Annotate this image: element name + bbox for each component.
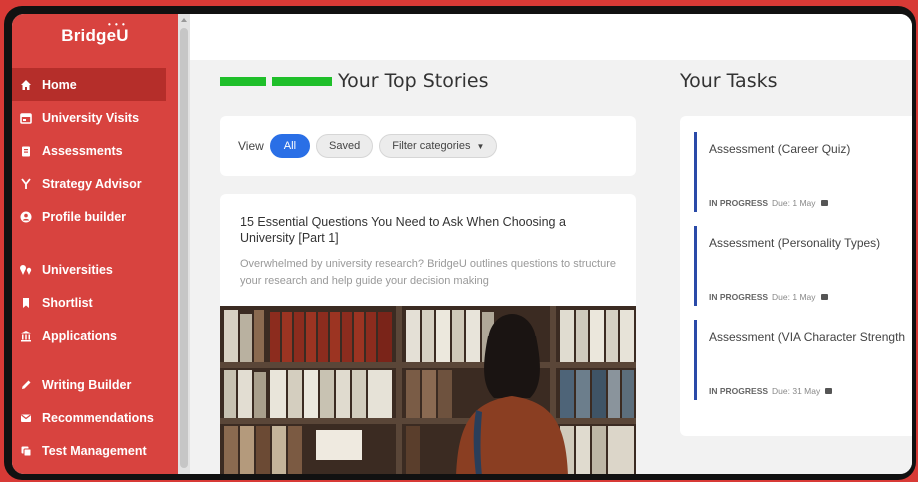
story-title[interactable]: 15 Essential Questions You Need to Ask W… (240, 214, 610, 246)
filter-categories-label: Filter categories (392, 140, 471, 152)
filter-saved-button[interactable]: Saved (316, 134, 374, 158)
stories-title: Your Top Stories (338, 70, 489, 92)
sidebar: • • • BridgeU Home University Visits Ass… (12, 14, 178, 474)
task-status: IN PROGRESS (709, 292, 769, 302)
task-status: IN PROGRESS (709, 198, 769, 208)
task-item[interactable]: Assessment (Career Quiz) IN PROGRESS Due… (694, 132, 912, 212)
sidebar-item-label: Strategy Advisor (42, 176, 142, 191)
tasks-list: Assessment (Career Quiz) IN PROGRESS Due… (680, 116, 912, 436)
scrollbar-thumb[interactable] (180, 28, 188, 468)
clipboard-icon (18, 143, 34, 159)
redacted-name-block (220, 76, 266, 86)
sidebar-item-label: University Visits (42, 110, 140, 125)
branch-icon (18, 176, 34, 192)
stories-filter-bar: View All Saved Filter categories ▼ (220, 116, 636, 176)
task-meta: IN PROGRESS Due: 1 May (709, 198, 828, 208)
filter-all-button[interactable]: All (269, 134, 311, 158)
app-window: • • • BridgeU Home University Visits Ass… (12, 14, 912, 474)
device-frame: • • • BridgeU Home University Visits Ass… (4, 6, 916, 480)
sidebar-item-label: Profile builder (42, 209, 127, 224)
copy-icon (18, 443, 34, 459)
calendar-icon (18, 110, 34, 126)
task-due: Due: 1 May (772, 198, 816, 208)
sidebar-item-applications[interactable]: Applications (12, 319, 178, 352)
task-due: Due: 1 May (772, 292, 816, 302)
sidebar-item-label: Writing Builder (42, 377, 132, 392)
comment-icon[interactable] (820, 200, 828, 206)
sidebar-item-university-visits[interactable]: University Visits (12, 101, 178, 134)
stories-header: Your Top Stories (220, 70, 489, 92)
redacted-name-block (272, 76, 332, 86)
task-name[interactable]: Assessment (VIA Character Strength (709, 330, 912, 344)
task-item[interactable]: Assessment (VIA Character Strength IN PR… (694, 320, 912, 400)
user-circle-icon (18, 209, 34, 225)
task-meta: IN PROGRESS Due: 31 May (709, 386, 833, 396)
view-label: View (238, 139, 264, 153)
sidebar-item-recommendations[interactable]: Recommendations (12, 401, 178, 434)
sidebar-item-label: Home (42, 77, 77, 92)
brand-logo[interactable]: • • • BridgeU (12, 14, 178, 58)
sidebar-item-label: Shortlist (42, 295, 93, 310)
sidebar-item-test-management[interactable]: Test Management (12, 434, 178, 467)
sidebar-item-home[interactable]: Home (12, 68, 166, 101)
sidebar-item-label: Universities (42, 262, 113, 277)
sidebar-item-label: Recommendations (42, 410, 154, 425)
brand-name: BridgeU (61, 26, 129, 45)
sidebar-scrollbar[interactable] (178, 14, 190, 474)
bookmark-icon (18, 295, 34, 311)
filter-categories-dropdown[interactable]: Filter categories ▼ (379, 134, 498, 158)
story-description: Overwhelmed by university research? Brid… (240, 258, 617, 287)
sidebar-item-assessments[interactable]: Assessments (12, 134, 178, 167)
sidebar-item-shortlist[interactable]: Shortlist (12, 286, 178, 319)
sidebar-item-profile-builder[interactable]: Profile builder (12, 200, 178, 233)
sidebar-item-label: Applications (42, 328, 118, 343)
sidebar-item-strategy-advisor[interactable]: Strategy Advisor (12, 167, 178, 200)
home-icon (18, 77, 34, 93)
task-name[interactable]: Assessment (Personality Types) (709, 236, 912, 250)
sidebar-item-universities[interactable]: Universities (12, 253, 178, 286)
task-due: Due: 31 May (772, 386, 821, 396)
story-card[interactable]: 15 Essential Questions You Need to Ask W… (220, 194, 636, 474)
top-bar (190, 14, 912, 60)
caret-down-icon: ▼ (476, 141, 485, 151)
sidebar-item-writing-builder[interactable]: Writing Builder (12, 368, 178, 401)
scroll-up-arrow-icon[interactable] (181, 18, 187, 22)
envelope-icon (18, 410, 34, 426)
task-status: IN PROGRESS (709, 386, 769, 396)
sidebar-nav: Home University Visits Assessments Strat… (12, 68, 178, 467)
story-image[interactable] (220, 306, 636, 474)
institution-icon (18, 328, 34, 344)
pencil-icon (18, 377, 34, 393)
task-item[interactable]: Assessment (Personality Types) IN PROGRE… (694, 226, 912, 306)
comment-icon[interactable] (820, 294, 828, 300)
sidebar-item-label: Assessments (42, 143, 123, 158)
main-content: Your Top Stories View All Saved Filter c… (190, 60, 912, 474)
pins-icon (18, 262, 34, 278)
task-name[interactable]: Assessment (Career Quiz) (709, 142, 912, 156)
sidebar-item-label: Test Management (42, 443, 147, 458)
task-meta: IN PROGRESS Due: 1 May (709, 292, 828, 302)
tasks-title: Your Tasks (680, 70, 778, 92)
comment-icon[interactable] (825, 388, 833, 394)
